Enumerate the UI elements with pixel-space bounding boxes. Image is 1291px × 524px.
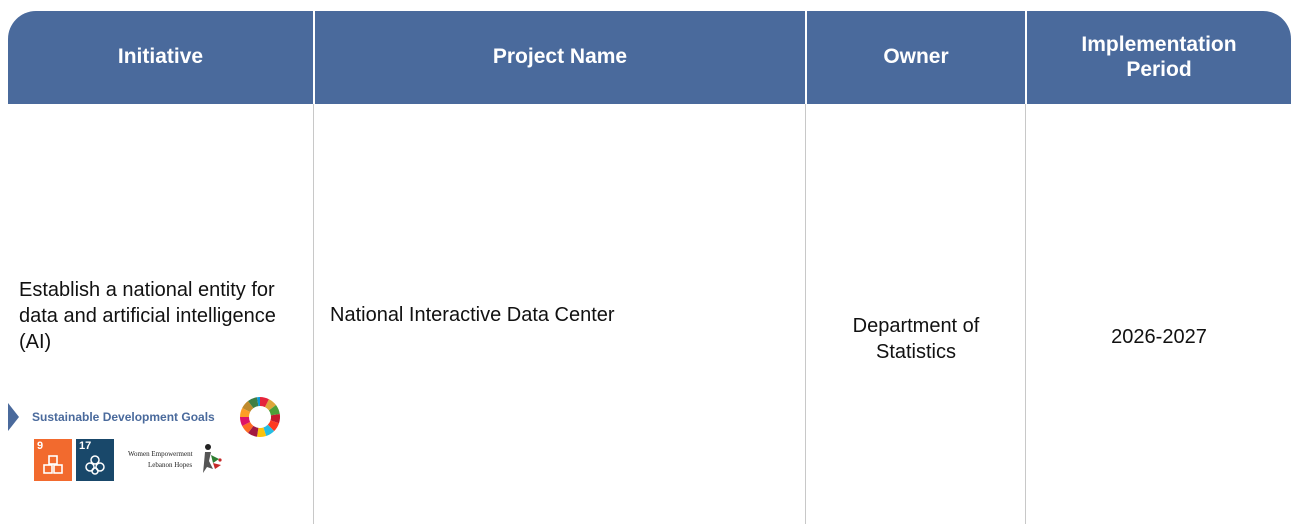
sdg-goal-17-icon: 17 xyxy=(76,439,114,481)
sdg-goal-number: 9 xyxy=(37,440,44,452)
women-empowerment-logo-icon xyxy=(202,444,222,473)
header-initiative: Initiative xyxy=(8,11,313,104)
column-divider xyxy=(1025,104,1026,524)
sdg-goal-number: 17 xyxy=(79,440,92,452)
cell-owner: Department of Statistics xyxy=(807,313,1025,365)
header-project-name-label: Project Name xyxy=(492,45,628,69)
header-project-name: Project Name xyxy=(315,11,805,104)
women-empowerment-line: Lebanon Hopes xyxy=(148,461,193,469)
table-header: Initiative Project Name Owner Implementa… xyxy=(8,11,1291,104)
women-empowerment-line: Women Empowerment xyxy=(128,449,193,458)
pointer-arrow-icon xyxy=(8,403,19,431)
sdg-section: Sustainable Development Goals xyxy=(8,396,308,438)
cell-initiative: Establish a national entity for data and… xyxy=(19,279,276,353)
column-divider xyxy=(805,104,806,524)
sdg-logos: 9 17 Women Empowerment Lebanon Hopes xyxy=(34,439,223,481)
initiatives-table: Initiative Project Name Owner Implementa… xyxy=(8,11,1291,524)
cell-project-name: National Interactive Data Center xyxy=(330,304,615,326)
cell-owner-text: Department of Statistics xyxy=(852,315,980,363)
header-initiative-label: Initiative xyxy=(117,45,204,69)
partnership-icon xyxy=(85,455,105,475)
header-owner: Owner xyxy=(807,11,1025,104)
cell-implementation-period: 2026-2027 xyxy=(1111,326,1207,348)
sdg-label: Sustainable Development Goals xyxy=(32,410,215,424)
header-implementation-period-label: Implementation Period xyxy=(1081,33,1237,81)
column-divider xyxy=(313,104,314,524)
infrastructure-icon xyxy=(43,455,63,474)
sdg-goal-9-icon: 9 xyxy=(34,439,72,481)
header-owner-label: Owner xyxy=(883,45,949,69)
header-implementation-period: Implementation Period xyxy=(1027,11,1291,104)
sdg-wheel-icon xyxy=(240,396,281,438)
women-empowerment-logo-text: Women Empowerment Lebanon Hopes xyxy=(128,449,193,471)
